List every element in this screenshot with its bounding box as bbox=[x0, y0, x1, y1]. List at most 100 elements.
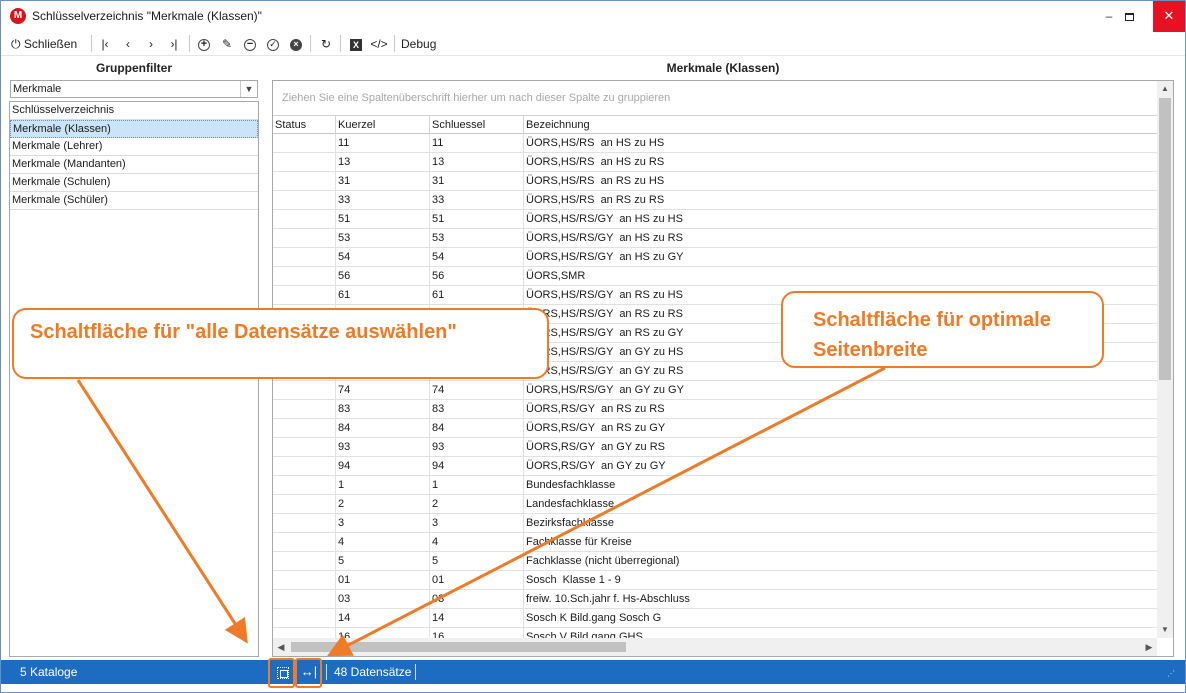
table-cell: 56 bbox=[336, 267, 430, 285]
table-row[interactable]: 56 56 ÜORS,SMR bbox=[273, 267, 1157, 286]
column-header-status[interactable]: Status bbox=[273, 116, 336, 134]
table-cell: 2 bbox=[430, 495, 524, 513]
table-cell bbox=[273, 134, 336, 152]
column-header-kuerzel[interactable]: Kuerzel bbox=[336, 116, 430, 134]
table-cell bbox=[273, 533, 336, 551]
code-button[interactable]: </> bbox=[370, 35, 388, 53]
column-header-bezeichnung[interactable]: Bezeichnung bbox=[524, 116, 1157, 134]
table-cell: Sosch V Bild.gang GHS bbox=[526, 631, 643, 638]
table-row[interactable]: 01 01 Sosch Klasse 1 - 9 bbox=[273, 571, 1157, 590]
remove-icon: − bbox=[244, 38, 256, 51]
select-all-highlight bbox=[268, 658, 295, 688]
table-row[interactable]: 5 5 Fachklasse (nicht überregional) bbox=[273, 552, 1157, 571]
group-item[interactable]: Merkmale (Schüler) bbox=[10, 192, 258, 210]
chevron-down-icon[interactable]: ▼ bbox=[240, 81, 257, 97]
table-cell: ÜORS,HS/RS an RS zu HS bbox=[526, 175, 665, 187]
table-row[interactable]: 31 31 ÜORS,HS/RS an RS zu HS bbox=[273, 172, 1157, 191]
group-item[interactable]: Merkmale (Klassen) bbox=[10, 120, 258, 138]
maximize-button[interactable] bbox=[1111, 1, 1147, 32]
table-row[interactable]: 13 13 ÜORS,HS/RS an HS zu RS bbox=[273, 153, 1157, 172]
window-title: Schlüsselverzeichnis "Merkmale (Klassen)… bbox=[32, 9, 262, 23]
refresh-button[interactable]: ↻ bbox=[317, 35, 335, 53]
group-item[interactable]: Merkmale (Schulen) bbox=[10, 174, 258, 192]
vertical-scrollbar[interactable]: ▲ ▼ bbox=[1157, 81, 1173, 638]
table-row[interactable]: 94 94 ÜORS,RS/GY an GY zu GY bbox=[273, 457, 1157, 476]
table-row[interactable]: 16 16 Sosch V Bild.gang GHS bbox=[273, 628, 1157, 638]
status-separator bbox=[415, 664, 416, 680]
table-cell: 56 bbox=[430, 267, 524, 285]
next-record-button[interactable]: › bbox=[142, 35, 160, 53]
table-row[interactable]: 53 53 ÜORS,HS/RS/GY an HS zu RS bbox=[273, 229, 1157, 248]
table-row[interactable]: 33 33 ÜORS,HS/RS an RS zu RS bbox=[273, 191, 1157, 210]
table-row[interactable]: 1 1 Bundesfachklasse bbox=[273, 476, 1157, 495]
optimal-width-callout: Schaltfläche für optimale Seitenbreite bbox=[781, 291, 1104, 368]
toolbar-separator bbox=[310, 35, 311, 52]
table-cell: 51 bbox=[336, 210, 430, 228]
last-record-button[interactable]: ›| bbox=[165, 35, 183, 53]
resize-grip-icon[interactable]: ⋰ bbox=[1167, 669, 1175, 678]
group-by-panel[interactable]: Ziehen Sie eine Spaltenüberschrift hierh… bbox=[273, 81, 1157, 115]
table-cell: 61 bbox=[430, 286, 524, 304]
close-window-button[interactable]: ✕ bbox=[1153, 1, 1185, 32]
table-row[interactable]: 83 83 ÜORS,RS/GY an RS zu RS bbox=[273, 400, 1157, 419]
table-row[interactable]: 84 84 ÜORS,RS/GY an RS zu GY bbox=[273, 419, 1157, 438]
table-cell: ÜORS,RS/GY an RS zu RS bbox=[526, 403, 665, 415]
scroll-left-icon[interactable]: ◀ bbox=[273, 638, 289, 656]
table-cell: 16 bbox=[430, 628, 524, 638]
table-row[interactable]: 03 03 freiw. 10.Sch.jahr f. Hs-Abschluss bbox=[273, 590, 1157, 609]
add-icon: + bbox=[198, 38, 210, 51]
table-row[interactable]: 3 3 Bezirksfachklasse bbox=[273, 514, 1157, 533]
group-item[interactable]: Merkmale (Mandanten) bbox=[10, 156, 258, 174]
table-cell: 33 bbox=[430, 191, 524, 209]
status-bar: 5 Kataloge ↔| 48 Datensätze ⋰ bbox=[1, 660, 1185, 684]
excel-export-button[interactable]: X bbox=[347, 35, 365, 53]
table-cell: 93 bbox=[430, 438, 524, 456]
scroll-down-icon[interactable]: ▼ bbox=[1157, 622, 1173, 638]
app-logo-icon: M bbox=[10, 8, 26, 24]
table-cell: 53 bbox=[336, 229, 430, 247]
column-header-schluessel[interactable]: Schluessel bbox=[430, 116, 524, 134]
table-cell: 3 bbox=[336, 514, 430, 532]
table-row[interactable]: 14 14 Sosch K Bild.gang Sosch G bbox=[273, 609, 1157, 628]
table-cell: 1 bbox=[336, 476, 430, 494]
table-cell: ÜORS,HS/RS/GY an HS zu RS bbox=[526, 232, 683, 244]
previous-record-button[interactable]: ‹ bbox=[119, 35, 137, 53]
group-item[interactable]: Schlüsselverzeichnis bbox=[10, 102, 258, 120]
horizontal-scroll-thumb[interactable] bbox=[291, 642, 626, 652]
confirm-icon: ✓ bbox=[267, 38, 279, 51]
table-cell: 14 bbox=[336, 609, 430, 627]
excel-icon: X bbox=[350, 38, 362, 51]
table-row[interactable]: 51 51 ÜORS,HS/RS/GY an HS zu HS bbox=[273, 210, 1157, 229]
table-row[interactable]: 4 4 Fachklasse für Kreise bbox=[273, 533, 1157, 552]
table-cell: ÜORS,HS/RS/GY an GY zu GY bbox=[526, 384, 684, 396]
confirm-button[interactable]: ✓ bbox=[264, 35, 282, 53]
group-filter-select[interactable]: Merkmale ▼ bbox=[10, 80, 258, 98]
table-cell bbox=[273, 590, 336, 608]
cancel-button[interactable]: × bbox=[287, 35, 305, 53]
grid-title: Merkmale (Klassen) bbox=[666, 61, 780, 75]
edit-button[interactable]: ✎ bbox=[218, 35, 236, 53]
table-row[interactable]: 2 2 Landesfachklasse bbox=[273, 495, 1157, 514]
horizontal-scrollbar[interactable]: ◀ ▶ bbox=[273, 638, 1157, 656]
table-cell: 5 bbox=[430, 552, 524, 570]
table-cell: Fachklasse für Kreise bbox=[526, 536, 632, 548]
group-item[interactable]: Merkmale (Lehrer) bbox=[10, 138, 258, 156]
close-button[interactable]: ⏻ Schließen bbox=[11, 35, 86, 53]
add-button[interactable]: + bbox=[195, 35, 213, 53]
vertical-scroll-thumb[interactable] bbox=[1159, 98, 1171, 380]
table-cell: 5 bbox=[336, 552, 430, 570]
table-row[interactable]: 11 11 ÜORS,HS/RS an HS zu HS bbox=[273, 134, 1157, 153]
first-record-icon: |‹ bbox=[101, 37, 109, 51]
remove-button[interactable]: − bbox=[241, 35, 259, 53]
previous-record-icon: ‹ bbox=[126, 37, 130, 51]
power-icon: ⏻ bbox=[11, 37, 21, 51]
table-cell bbox=[273, 191, 336, 209]
table-row[interactable]: 54 54 ÜORS,HS/RS/GY an HS zu GY bbox=[273, 248, 1157, 267]
table-row[interactable]: 93 93 ÜORS,RS/GY an GY zu RS bbox=[273, 438, 1157, 457]
debug-button[interactable]: Debug bbox=[401, 35, 441, 53]
table-row[interactable]: 74 74 ÜORS,HS/RS/GY an GY zu GY bbox=[273, 381, 1157, 400]
table-cell: 93 bbox=[336, 438, 430, 456]
scroll-right-icon[interactable]: ▶ bbox=[1141, 638, 1157, 656]
scroll-up-icon[interactable]: ▲ bbox=[1157, 81, 1173, 97]
first-record-button[interactable]: |‹ bbox=[96, 35, 114, 53]
